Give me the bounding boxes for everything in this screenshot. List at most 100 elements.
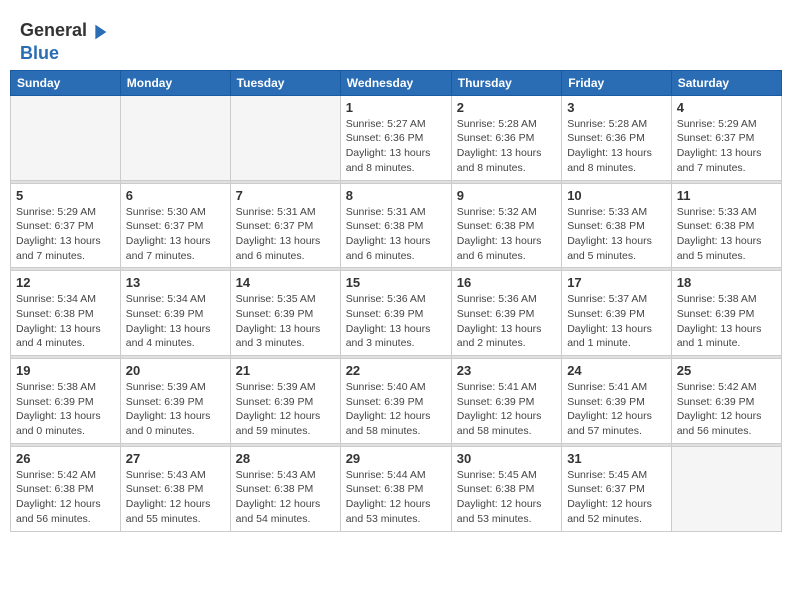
day-number: 29 [346, 451, 446, 466]
calendar-cell: 6 Sunrise: 5:30 AM Sunset: 6:37 PM Daylig… [120, 183, 230, 268]
day-info: Sunrise: 5:27 AM Sunset: 6:36 PM Dayligh… [346, 117, 446, 176]
calendar-cell: 14 Sunrise: 5:35 AM Sunset: 6:39 PM Dayli… [230, 271, 340, 356]
day-number: 25 [677, 363, 776, 378]
calendar-cell: 25 Sunrise: 5:42 AM Sunset: 6:39 PM Dayli… [671, 359, 781, 444]
day-number: 30 [457, 451, 556, 466]
day-number: 3 [567, 100, 666, 115]
calendar-week-row: 12Sunrise: 5:34 AM Sunset: 6:38 PM Dayli… [11, 271, 782, 356]
calendar-cell: 5Sunrise: 5:29 AM Sunset: 6:37 PM Daylig… [11, 183, 121, 268]
day-number: 11 [677, 188, 776, 203]
calendar-cell [11, 95, 121, 180]
calendar-cell: 15 Sunrise: 5:36 AM Sunset: 6:39 PM Dayli… [340, 271, 451, 356]
calendar-cell [230, 95, 340, 180]
calendar-cell: 3 Sunrise: 5:28 AM Sunset: 6:36 PM Daylig… [562, 95, 672, 180]
day-number: 19 [16, 363, 115, 378]
day-number: 27 [126, 451, 225, 466]
day-info: Sunrise: 5:44 AM Sunset: 6:38 PM Dayligh… [346, 468, 446, 527]
weekday-header: Wednesday [340, 70, 451, 95]
weekday-header-row: SundayMondayTuesdayWednesdayThursdayFrid… [11, 70, 782, 95]
day-number: 15 [346, 275, 446, 290]
day-number: 26 [16, 451, 115, 466]
weekday-header: Saturday [671, 70, 781, 95]
calendar-cell: 4 Sunrise: 5:29 AM Sunset: 6:37 PM Daylig… [671, 95, 781, 180]
day-info: Sunrise: 5:43 AM Sunset: 6:38 PM Dayligh… [236, 468, 335, 527]
calendar-cell: 2 Sunrise: 5:28 AM Sunset: 6:36 PM Daylig… [451, 95, 561, 180]
day-info: Sunrise: 5:30 AM Sunset: 6:37 PM Dayligh… [126, 205, 225, 264]
page-header: General Blue [10, 10, 782, 70]
calendar-cell: 16Sunrise: 5:36 AM Sunset: 6:39 PM Dayli… [451, 271, 561, 356]
calendar-cell: 10 Sunrise: 5:33 AM Sunset: 6:38 PM Dayli… [562, 183, 672, 268]
day-info: Sunrise: 5:31 AM Sunset: 6:37 PM Dayligh… [236, 205, 335, 264]
weekday-header: Sunday [11, 70, 121, 95]
day-number: 13 [126, 275, 225, 290]
calendar-table: SundayMondayTuesdayWednesdayThursdayFrid… [10, 70, 782, 532]
day-number: 2 [457, 100, 556, 115]
day-info: Sunrise: 5:45 AM Sunset: 6:37 PM Dayligh… [567, 468, 666, 527]
day-number: 22 [346, 363, 446, 378]
calendar-cell: 7Sunrise: 5:31 AM Sunset: 6:37 PM Daylig… [230, 183, 340, 268]
day-number: 12 [16, 275, 115, 290]
day-info: Sunrise: 5:33 AM Sunset: 6:38 PM Dayligh… [567, 205, 666, 264]
weekday-header: Friday [562, 70, 672, 95]
weekday-header: Tuesday [230, 70, 340, 95]
day-info: Sunrise: 5:36 AM Sunset: 6:39 PM Dayligh… [346, 292, 446, 351]
calendar-week-row: 19 Sunrise: 5:38 AM Sunset: 6:39 PM Dayli… [11, 359, 782, 444]
day-number: 23 [457, 363, 556, 378]
calendar-cell: 28 Sunrise: 5:43 AM Sunset: 6:38 PM Dayli… [230, 446, 340, 531]
day-number: 16 [457, 275, 556, 290]
day-number: 18 [677, 275, 776, 290]
day-number: 10 [567, 188, 666, 203]
day-number: 8 [346, 188, 446, 203]
day-number: 20 [126, 363, 225, 378]
day-info: Sunrise: 5:43 AM Sunset: 6:38 PM Dayligh… [126, 468, 225, 527]
calendar-cell: 17 Sunrise: 5:37 AM Sunset: 6:39 PM Dayli… [562, 271, 672, 356]
day-number: 14 [236, 275, 335, 290]
day-number: 1 [346, 100, 446, 115]
day-info: Sunrise: 5:38 AM Sunset: 6:39 PM Dayligh… [677, 292, 776, 351]
day-info: Sunrise: 5:34 AM Sunset: 6:39 PM Dayligh… [126, 292, 225, 351]
day-number: 17 [567, 275, 666, 290]
calendar-cell: 11 Sunrise: 5:33 AM Sunset: 6:38 PM Dayli… [671, 183, 781, 268]
day-number: 4 [677, 100, 776, 115]
day-number: 28 [236, 451, 335, 466]
calendar-cell [120, 95, 230, 180]
calendar-cell: 1 Sunrise: 5:27 AM Sunset: 6:36 PM Daylig… [340, 95, 451, 180]
day-info: Sunrise: 5:33 AM Sunset: 6:38 PM Dayligh… [677, 205, 776, 264]
day-info: Sunrise: 5:35 AM Sunset: 6:39 PM Dayligh… [236, 292, 335, 351]
day-info: Sunrise: 5:32 AM Sunset: 6:38 PM Dayligh… [457, 205, 556, 264]
day-number: 5 [16, 188, 115, 203]
day-number: 21 [236, 363, 335, 378]
day-info: Sunrise: 5:37 AM Sunset: 6:39 PM Dayligh… [567, 292, 666, 351]
calendar-cell: 24 Sunrise: 5:41 AM Sunset: 6:39 PM Dayli… [562, 359, 672, 444]
day-info: Sunrise: 5:42 AM Sunset: 6:39 PM Dayligh… [677, 380, 776, 439]
calendar-cell: 21Sunrise: 5:39 AM Sunset: 6:39 PM Dayli… [230, 359, 340, 444]
calendar-cell: 26 Sunrise: 5:42 AM Sunset: 6:38 PM Dayli… [11, 446, 121, 531]
day-number: 31 [567, 451, 666, 466]
calendar-cell [671, 446, 781, 531]
calendar-cell: 9Sunrise: 5:32 AM Sunset: 6:38 PM Daylig… [451, 183, 561, 268]
day-number: 6 [126, 188, 225, 203]
logo-blue: Blue [20, 43, 59, 63]
calendar-cell: 30Sunrise: 5:45 AM Sunset: 6:38 PM Dayli… [451, 446, 561, 531]
day-info: Sunrise: 5:39 AM Sunset: 6:39 PM Dayligh… [126, 380, 225, 439]
logo: General Blue [20, 20, 111, 64]
day-info: Sunrise: 5:41 AM Sunset: 6:39 PM Dayligh… [567, 380, 666, 439]
calendar-week-row: 26 Sunrise: 5:42 AM Sunset: 6:38 PM Dayli… [11, 446, 782, 531]
calendar-cell: 27 Sunrise: 5:43 AM Sunset: 6:38 PM Dayli… [120, 446, 230, 531]
calendar-cell: 13 Sunrise: 5:34 AM Sunset: 6:39 PM Dayli… [120, 271, 230, 356]
calendar-cell: 23 Sunrise: 5:41 AM Sunset: 6:39 PM Dayli… [451, 359, 561, 444]
day-info: Sunrise: 5:38 AM Sunset: 6:39 PM Dayligh… [16, 380, 115, 439]
day-info: Sunrise: 5:28 AM Sunset: 6:36 PM Dayligh… [567, 117, 666, 176]
calendar-cell: 18 Sunrise: 5:38 AM Sunset: 6:39 PM Dayli… [671, 271, 781, 356]
day-info: Sunrise: 5:28 AM Sunset: 6:36 PM Dayligh… [457, 117, 556, 176]
day-info: Sunrise: 5:31 AM Sunset: 6:38 PM Dayligh… [346, 205, 446, 264]
calendar-cell: 20 Sunrise: 5:39 AM Sunset: 6:39 PM Dayli… [120, 359, 230, 444]
logo-icon [88, 21, 110, 43]
day-info: Sunrise: 5:41 AM Sunset: 6:39 PM Dayligh… [457, 380, 556, 439]
day-info: Sunrise: 5:42 AM Sunset: 6:38 PM Dayligh… [16, 468, 115, 527]
day-number: 24 [567, 363, 666, 378]
day-info: Sunrise: 5:29 AM Sunset: 6:37 PM Dayligh… [677, 117, 776, 176]
calendar-cell: 19 Sunrise: 5:38 AM Sunset: 6:39 PM Dayli… [11, 359, 121, 444]
calendar-cell: 22Sunrise: 5:40 AM Sunset: 6:39 PM Dayli… [340, 359, 451, 444]
logo-general: General [20, 20, 87, 40]
